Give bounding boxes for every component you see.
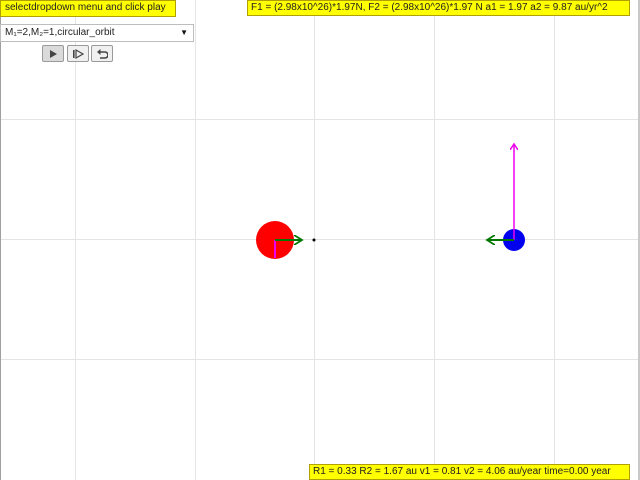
chevron-down-icon: ▼ — [180, 28, 188, 37]
reset-icon — [97, 49, 108, 59]
status-readout: R1 = 0.33 R2 = 1.67 au v1 = 0.81 v2 = 4.… — [309, 464, 630, 480]
reset-button[interactable] — [91, 45, 113, 62]
play-button[interactable] — [42, 45, 64, 62]
instruction-label: selectdropdown menu and click play — [0, 0, 176, 17]
center-of-mass — [312, 238, 316, 242]
dropdown-selected-value: M₁=2,M₂=1,circular_orbit — [5, 27, 115, 38]
simulation-canvas — [256, 0, 525, 259]
play-icon — [50, 49, 57, 58]
step-button[interactable] — [67, 45, 89, 62]
forces-readout: F1 = (2.98x10^26)*1.97N, F2 = (2.98x10^2… — [247, 0, 630, 16]
scenario-dropdown[interactable]: M₁=2,M₂=1,circular_orbit ▼ — [0, 24, 194, 42]
step-forward-icon — [73, 48, 84, 59]
